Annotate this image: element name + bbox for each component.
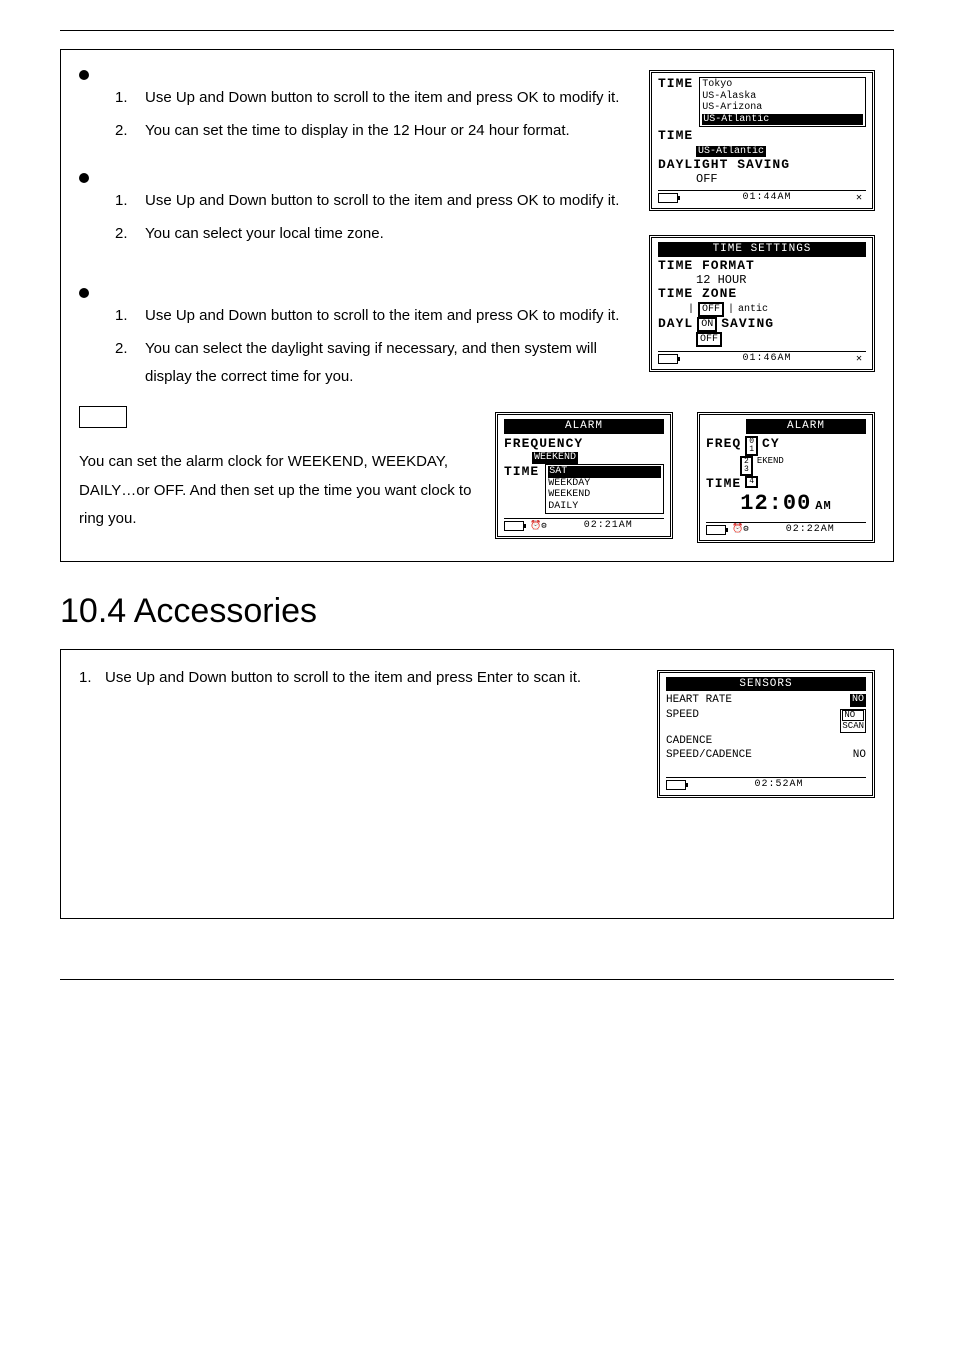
step-text: You can select your local time zone. xyxy=(145,220,637,249)
hour-spinner[interactable]: 4 xyxy=(745,476,758,489)
step-text: Use Up and Down button to scroll to the … xyxy=(145,302,637,331)
hour-spinner[interactable]: 2 3 xyxy=(740,456,753,476)
frequency-dropdown[interactable]: SAT WEEKDAY WEEKEND DAILY xyxy=(545,464,664,514)
bottom-rule xyxy=(60,979,894,980)
list-number: 1. xyxy=(115,302,145,331)
battery-icon xyxy=(658,193,678,203)
device-screen-time-settings: TIME SETTINGS TIME FORMAT 12 HOUR TIME Z… xyxy=(649,235,875,372)
dropdown-option[interactable]: US-Arizona xyxy=(702,102,863,114)
dst-value: OFF xyxy=(696,332,722,347)
alarm-description: You can set the alarm clock for WEEKEND,… xyxy=(79,448,477,534)
zone-label: TIME ZONE xyxy=(658,287,866,302)
status-bar: 02:52AM xyxy=(666,777,866,791)
device-screen-sensors: SENSORS HEART RATE NO SPEED NO SCAN xyxy=(657,670,875,798)
dropdown-option[interactable]: WEEKEND xyxy=(548,489,661,501)
dropdown-option[interactable]: DAILY xyxy=(548,501,661,513)
frequency-value: WEEKEND xyxy=(532,452,578,464)
step-text: You can set the time to display in the 1… xyxy=(145,117,637,146)
status-time: 01:44AM xyxy=(684,192,850,204)
list-number: 1. xyxy=(115,84,145,113)
alarm-screens: ALARM FREQUENCY WEEKEND TIME SAT WEEKDAY… xyxy=(489,412,875,543)
dropdown-option[interactable]: Tokyo xyxy=(702,79,863,91)
time-settings-panel: 1. Use Up and Down button to scroll to t… xyxy=(60,49,894,562)
screen-title: SENSORS xyxy=(666,677,866,692)
device-screen-alarm-frequency: ALARM FREQUENCY WEEKEND TIME SAT WEEKDAY… xyxy=(495,412,673,540)
dst-label: DAYL xyxy=(658,317,693,332)
format-value: 12 HOUR xyxy=(696,274,866,288)
timezone-dropdown[interactable]: Tokyo US-Alaska US-Arizona US-Atlantic xyxy=(699,77,866,127)
sensor-name: HEART RATE xyxy=(666,694,732,707)
bullet-icon xyxy=(79,70,89,80)
status-bar: 01:46AM xyxy=(658,351,866,365)
time-label: TIME xyxy=(706,476,741,492)
sensor-name: SPEED/CADENCE xyxy=(666,749,752,762)
accessories-panel: 1. Use Up and Down button to scroll to t… xyxy=(60,649,894,919)
time-label: TIME xyxy=(658,129,693,144)
freq-right: CY xyxy=(762,436,780,452)
bullet-icon xyxy=(79,288,89,298)
zone-suffix: antic xyxy=(738,304,768,316)
alarm-ampm: AM xyxy=(815,499,831,513)
section-heading: 10.4 Accessories xyxy=(60,592,894,631)
status-time: 02:22AM xyxy=(755,524,866,536)
battery-icon xyxy=(658,354,678,364)
status-time: 01:46AM xyxy=(684,353,850,365)
dropdown-option-selected[interactable]: US-Atlantic xyxy=(702,114,863,126)
freq-suffix: EKEND xyxy=(757,456,784,467)
device-screen-time-zone-dropdown: TIME Tokyo US-Alaska US-Arizona US-Atlan… xyxy=(649,70,875,211)
format-label: TIME FORMAT xyxy=(658,259,866,274)
alarm-label-box xyxy=(79,406,127,428)
step-text: You can select the daylight saving if ne… xyxy=(145,335,637,392)
sensor-name: CADENCE xyxy=(666,735,712,748)
freq-left: FREQ xyxy=(706,436,741,452)
timezone-value: US-Atlantic xyxy=(696,146,766,158)
list-number: 1. xyxy=(115,187,145,216)
status-bar: 01:44AM xyxy=(658,190,866,204)
time-label: TIME xyxy=(658,77,693,92)
sensor-name: SPEED xyxy=(666,709,699,733)
frequency-label: FREQUENCY xyxy=(504,436,664,452)
bullet-icon xyxy=(79,173,89,183)
step-text: Use Up and Down button to scroll to the … xyxy=(145,187,637,216)
alarm-big-time: 12:00 xyxy=(740,491,811,517)
step-text: Use Up and Down button to scroll to the … xyxy=(105,664,645,693)
status-time: 02:52AM xyxy=(692,779,866,791)
status-bar: ⏰⚙ 02:21AM xyxy=(504,518,664,532)
time-settings-text: 1. Use Up and Down button to scroll to t… xyxy=(79,60,637,392)
dst-label2: SAVING xyxy=(721,317,774,332)
list-number: 2. xyxy=(115,335,145,392)
zone-onoff[interactable]: OFF xyxy=(698,302,724,317)
status-bar: ⏰⚙ 02:22AM xyxy=(706,522,866,536)
status-time: 02:21AM xyxy=(553,520,664,532)
scan-dropdown[interactable]: NO SCAN xyxy=(840,709,866,733)
dropdown-option[interactable]: SAT xyxy=(548,466,661,478)
device-screen-alarm-time: ALARM FREQ 0 1 CY 2 3 xyxy=(697,412,875,543)
dropdown-option[interactable]: WEEKDAY xyxy=(548,478,661,490)
zone-onoff[interactable]: ON xyxy=(697,317,717,332)
top-rule xyxy=(60,30,894,31)
sensor-value: NO xyxy=(850,694,866,707)
step-text: Use Up and Down button to scroll to the … xyxy=(145,84,637,113)
screen-title: ALARM xyxy=(504,419,664,434)
screen-title: TIME SETTINGS xyxy=(658,242,866,257)
list-number: 2. xyxy=(115,220,145,249)
hour-spinner[interactable]: 0 1 xyxy=(745,436,758,456)
list-number: 1. xyxy=(79,664,105,693)
battery-icon xyxy=(504,521,524,531)
dropdown-option[interactable]: US-Alaska xyxy=(702,91,863,103)
satellite-icon xyxy=(856,354,866,364)
dst-value: OFF xyxy=(696,173,866,187)
sensor-value: NO xyxy=(853,749,866,762)
time-label: TIME xyxy=(504,464,539,480)
battery-icon xyxy=(666,780,686,790)
dst-label: DAYLIGHT SAVING xyxy=(658,158,866,173)
battery-icon xyxy=(706,525,726,535)
list-number: 2. xyxy=(115,117,145,146)
satellite-icon xyxy=(856,193,866,203)
screen-title: ALARM xyxy=(746,419,866,434)
